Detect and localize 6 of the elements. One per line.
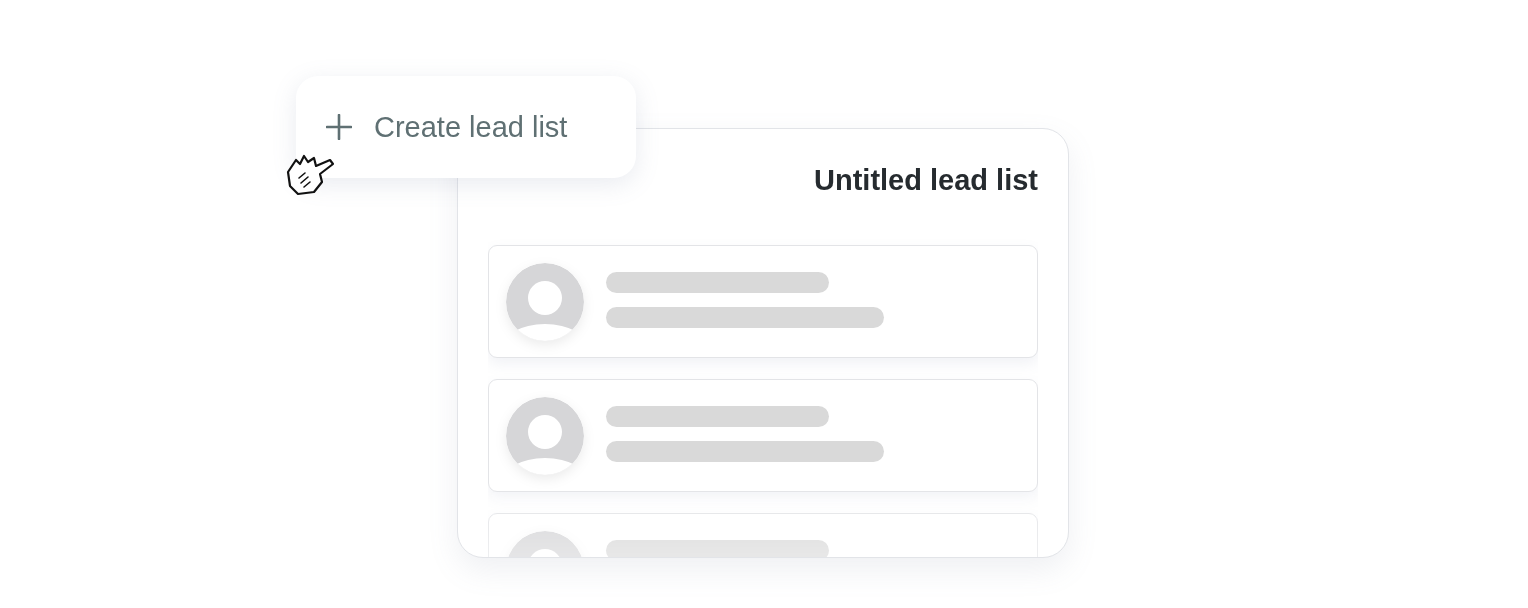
- list-title: Untitled lead list: [813, 163, 1038, 198]
- avatar-icon: [506, 262, 584, 341]
- avatar-icon: [506, 396, 584, 475]
- create-lead-list-button[interactable]: Create lead list: [296, 76, 636, 178]
- hand-cursor-icon: [284, 152, 336, 196]
- plus-icon: [326, 114, 352, 140]
